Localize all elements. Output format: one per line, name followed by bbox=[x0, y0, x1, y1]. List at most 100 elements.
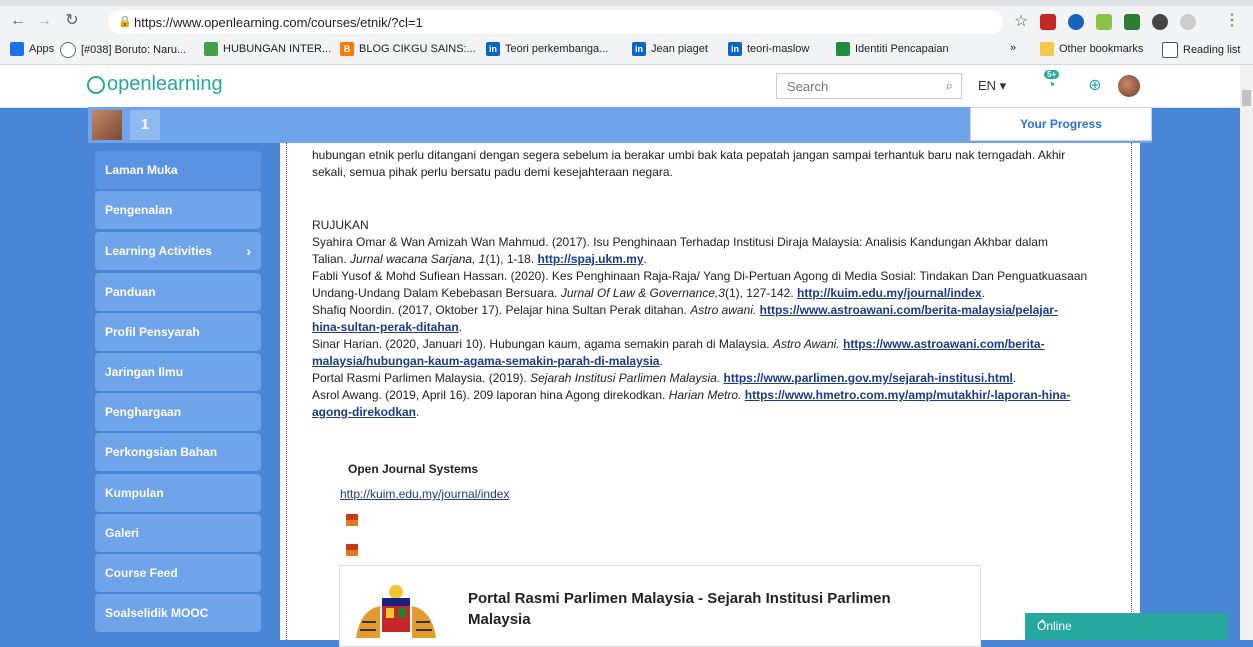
bookmarks-bar: Apps [#038] Boruto: Naru... HUBUNGAN INT… bbox=[0, 38, 1253, 62]
language-selector[interactable]: EN ▾ bbox=[978, 78, 1006, 94]
site-header: openlearning ⌕ EN ▾ ◔ 5+ ⊕ bbox=[0, 65, 1240, 108]
folder-icon bbox=[1040, 42, 1054, 56]
level-badge: 1 bbox=[130, 110, 160, 140]
sidebar-item-laman-muka[interactable]: Laman Muka bbox=[95, 151, 261, 189]
forward-icon[interactable]: → bbox=[34, 11, 54, 31]
ref-link[interactable]: agong-direkodkan bbox=[312, 405, 416, 419]
ref-journal: Sejarah Institusi Parlimen Malaysia. bbox=[530, 371, 721, 385]
ref-text: Shafiq Noordin. (2017, Oktober 17). Pela… bbox=[312, 303, 687, 317]
globe-icon bbox=[60, 42, 76, 58]
reference-1: Syahira Omar & Wan Amizah Wan Mahmud. (2… bbox=[312, 234, 1128, 268]
ojs-link[interactable]: http://kuim.edu.my/journal/index bbox=[340, 487, 509, 501]
sidebar-item-perkongsian-bahan[interactable]: Perkongsian Bahan bbox=[95, 433, 261, 471]
sidebar-item-galeri[interactable]: Galeri bbox=[95, 514, 261, 552]
sidebar-item-course-feed[interactable]: Course Feed bbox=[95, 554, 261, 592]
pdf-extension-icon[interactable] bbox=[1040, 14, 1056, 30]
search-input[interactable] bbox=[785, 78, 929, 95]
ref-journal: Jurnal wacana Sarjana, bbox=[350, 252, 476, 266]
ref-link[interactable]: https://www.parlimen.gov.my/sejarah-inst… bbox=[724, 371, 1013, 385]
bookmark-item[interactable]: in Jean piaget bbox=[632, 42, 708, 56]
reading-list-icon bbox=[1162, 42, 1178, 58]
logo-text: openlearning bbox=[107, 73, 223, 95]
bookmark-item[interactable]: B BLOG CIKGU SAINS:... bbox=[340, 42, 476, 56]
ref-text: (1), 1-18. bbox=[485, 252, 535, 266]
linkedin-icon: in bbox=[728, 42, 742, 56]
ref-link[interactable]: https://www.astroawani.com/berita- bbox=[843, 337, 1045, 351]
overflow-label: » bbox=[1010, 42, 1017, 54]
sidebar-item-kumpulan[interactable]: Kumpulan bbox=[95, 474, 261, 512]
student-avatar[interactable] bbox=[92, 110, 122, 140]
link-preview-card[interactable]: Portal Rasmi Parlimen Malaysia - Sejarah… bbox=[339, 565, 981, 647]
extension-icon[interactable] bbox=[1124, 14, 1140, 30]
intro-paragraph: hubungan etnik perlu ditangani dengan se… bbox=[312, 147, 1128, 181]
back-icon[interactable]: ← bbox=[8, 11, 28, 31]
bookmark-item[interactable]: [#038] Boruto: Naru... bbox=[60, 42, 186, 58]
user-avatar[interactable] bbox=[1118, 75, 1140, 97]
ref-text: (1), 127-142. bbox=[724, 286, 794, 300]
reference-3: Shafiq Noordin. (2017, Oktober 17). Pela… bbox=[312, 302, 1128, 336]
ref-link[interactable]: http://spaj.ukm.my bbox=[538, 252, 644, 266]
reading-list[interactable]: Reading list bbox=[1162, 42, 1240, 58]
ref-journal: Astro Awani. bbox=[772, 337, 840, 351]
chevron-up-icon[interactable]: ⌃ bbox=[1037, 617, 1216, 633]
other-bookmarks[interactable]: Other bookmarks bbox=[1040, 42, 1143, 56]
bookmarks-overflow[interactable]: » bbox=[1010, 42, 1016, 54]
page-scrollbar[interactable] bbox=[1240, 65, 1253, 640]
ref-link[interactable]: http://kuim.edu.my/journal/index bbox=[797, 286, 982, 300]
chevron-right-icon: › bbox=[246, 243, 251, 259]
ref-punct: . bbox=[981, 286, 986, 300]
references: RUJUKAN Syahira Omar & Wan Amizah Wan Ma… bbox=[312, 217, 1128, 421]
bookmark-label: Jean piaget bbox=[651, 43, 708, 55]
bookmark-item[interactable]: Identiti Pencapaian bbox=[836, 42, 949, 56]
ref-link[interactable]: https://www.astroawani.com/berita-malays… bbox=[760, 303, 1058, 317]
linkedin-icon: in bbox=[486, 42, 500, 56]
bookmark-item[interactable]: in Teori perkembanga... bbox=[486, 42, 608, 56]
address-bar[interactable]: 🔒 https://www.openlearning.com/courses/e… bbox=[108, 10, 1003, 34]
logo-mark bbox=[87, 75, 105, 94]
bookmark-item[interactable]: HUBUNGAN INTER... bbox=[204, 42, 331, 56]
scrollbar-thumb[interactable] bbox=[1242, 90, 1251, 106]
ref-text: Asrol Awang. (2019, April 16). 209 lapor… bbox=[312, 388, 666, 402]
reference-4: Sinar Harian. (2020, Januari 10). Hubung… bbox=[312, 336, 1128, 370]
ref-punct: . bbox=[1012, 371, 1017, 385]
bookmark-item[interactable]: in teori-maslow bbox=[728, 42, 809, 56]
sidebar-item-soalselidik-mooc[interactable]: Soalselidik MOOC bbox=[95, 594, 261, 632]
apps-icon bbox=[10, 42, 24, 56]
menu-icon[interactable]: ⋮ bbox=[1222, 11, 1242, 31]
sidebar-item-jaringan-ilmu[interactable]: Jaringan Ilmu bbox=[95, 353, 261, 391]
bookmark-star-icon[interactable]: ☆ bbox=[1014, 11, 1028, 31]
bookmark-label: BLOG CIKGU SAINS:... bbox=[359, 43, 476, 55]
puzzle-icon[interactable] bbox=[1152, 14, 1168, 30]
reload-icon[interactable]: ↻ bbox=[62, 11, 82, 31]
your-progress-button[interactable]: Your Progress bbox=[970, 107, 1152, 141]
extension-icon[interactable] bbox=[1068, 14, 1084, 30]
ref-text: Sinar Harian. (2020, Januari 10). Hubung… bbox=[312, 337, 770, 351]
sidebar-item-penghargaan[interactable]: Penghargaan bbox=[95, 393, 261, 431]
sidebar-item-panduan[interactable]: Panduan bbox=[95, 273, 261, 311]
ref-link[interactable]: hina-sultan-perak-ditahan bbox=[312, 320, 459, 334]
sidebar-item-profil-pensyarah[interactable]: Profil Pensyarah bbox=[95, 313, 261, 351]
tab-strip bbox=[0, 0, 1253, 6]
url-text: https://www.openlearning.com/courses/etn… bbox=[134, 15, 423, 30]
ref-link[interactable]: malaysia/hubungan-kaum-agama-semakin-par… bbox=[312, 354, 659, 368]
favicon-icon bbox=[346, 544, 358, 556]
search-icon[interactable]: ⌕ bbox=[946, 78, 953, 94]
help-icon[interactable]: ⊕ bbox=[1084, 75, 1106, 97]
openlearning-logo[interactable]: openlearning bbox=[87, 73, 223, 96]
lock-icon: 🔒 bbox=[118, 16, 132, 28]
search-box[interactable]: ⌕ bbox=[776, 73, 962, 99]
ref-punct: . bbox=[643, 252, 647, 266]
ref-text: Syahira Omar & Wan Amizah Wan Mahmud. (2… bbox=[312, 235, 1048, 249]
references-heading: RUJUKAN bbox=[312, 218, 369, 232]
blogger-icon: B bbox=[340, 42, 354, 56]
favicon-icon bbox=[346, 514, 358, 526]
sidebar-item-learning-activities[interactable]: Learning Activities › bbox=[95, 232, 261, 270]
online-chat-widget[interactable]: Online ⌃ bbox=[1025, 613, 1228, 640]
extension-icon[interactable] bbox=[1096, 14, 1112, 30]
sidebar-item-pengenalan[interactable]: Pengenalan bbox=[95, 191, 261, 229]
profile-icon[interactable] bbox=[1180, 14, 1196, 30]
ref-link[interactable]: https://www.hmetro.com.my/amp/mutakhir/-… bbox=[745, 388, 1071, 402]
apps-bookmark[interactable]: Apps bbox=[10, 42, 54, 56]
bookmark-label: Other bookmarks bbox=[1059, 43, 1144, 55]
text-line: hubungan etnik perlu ditangani dengan se… bbox=[312, 148, 1066, 162]
